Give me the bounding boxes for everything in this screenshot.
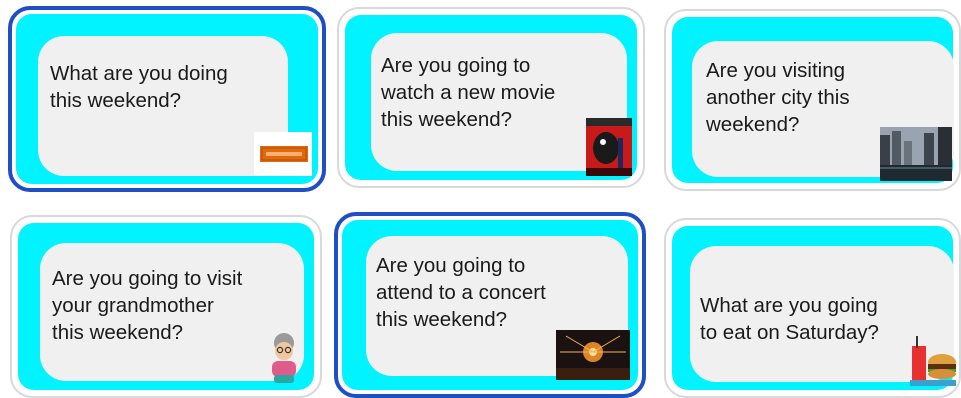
grandmother-icon [264, 331, 304, 385]
card-background: What are you going to eat on Saturday? [672, 226, 956, 390]
card-what-are-you-doing[interactable]: What are you doing this weekend? [8, 6, 326, 192]
ticket-icon [254, 132, 312, 176]
card-question: Are you going to watch a new movie this … [381, 54, 556, 131]
card-attend-concert[interactable]: Are you going to attend to a concert thi… [334, 212, 646, 398]
card-visit-grandmother[interactable]: Are you going to visit your grandmother … [10, 215, 322, 398]
card-visiting-city[interactable]: Are you visiting another city this weeke… [664, 9, 961, 191]
card-background: What are you doing this weekend? [16, 14, 318, 184]
card-question: Are you going to visit your grandmother … [52, 267, 243, 344]
card-eat-saturday[interactable]: What are you going to eat on Saturday? [664, 218, 961, 398]
movie-poster-icon [586, 118, 632, 176]
card-watch-movie[interactable]: Are you going to watch a new movie this … [337, 7, 645, 188]
concert-photo-icon [556, 330, 630, 380]
card-background: Are you going to attend to a concert thi… [342, 220, 638, 390]
card-background: Are you going to visit your grandmother … [18, 223, 314, 390]
card-question: Are you going to attend to a concert thi… [376, 254, 546, 331]
card-question: What are you doing this weekend? [50, 62, 228, 112]
card-background: Are you visiting another city this weeke… [672, 17, 954, 183]
card-background: Are you going to watch a new movie this … [345, 15, 637, 180]
fast-food-icon [908, 334, 958, 388]
card-question: What are you going to eat on Saturday? [700, 294, 879, 344]
card-question: Are you visiting another city this weeke… [706, 59, 850, 136]
city-photo-icon [880, 127, 952, 181]
